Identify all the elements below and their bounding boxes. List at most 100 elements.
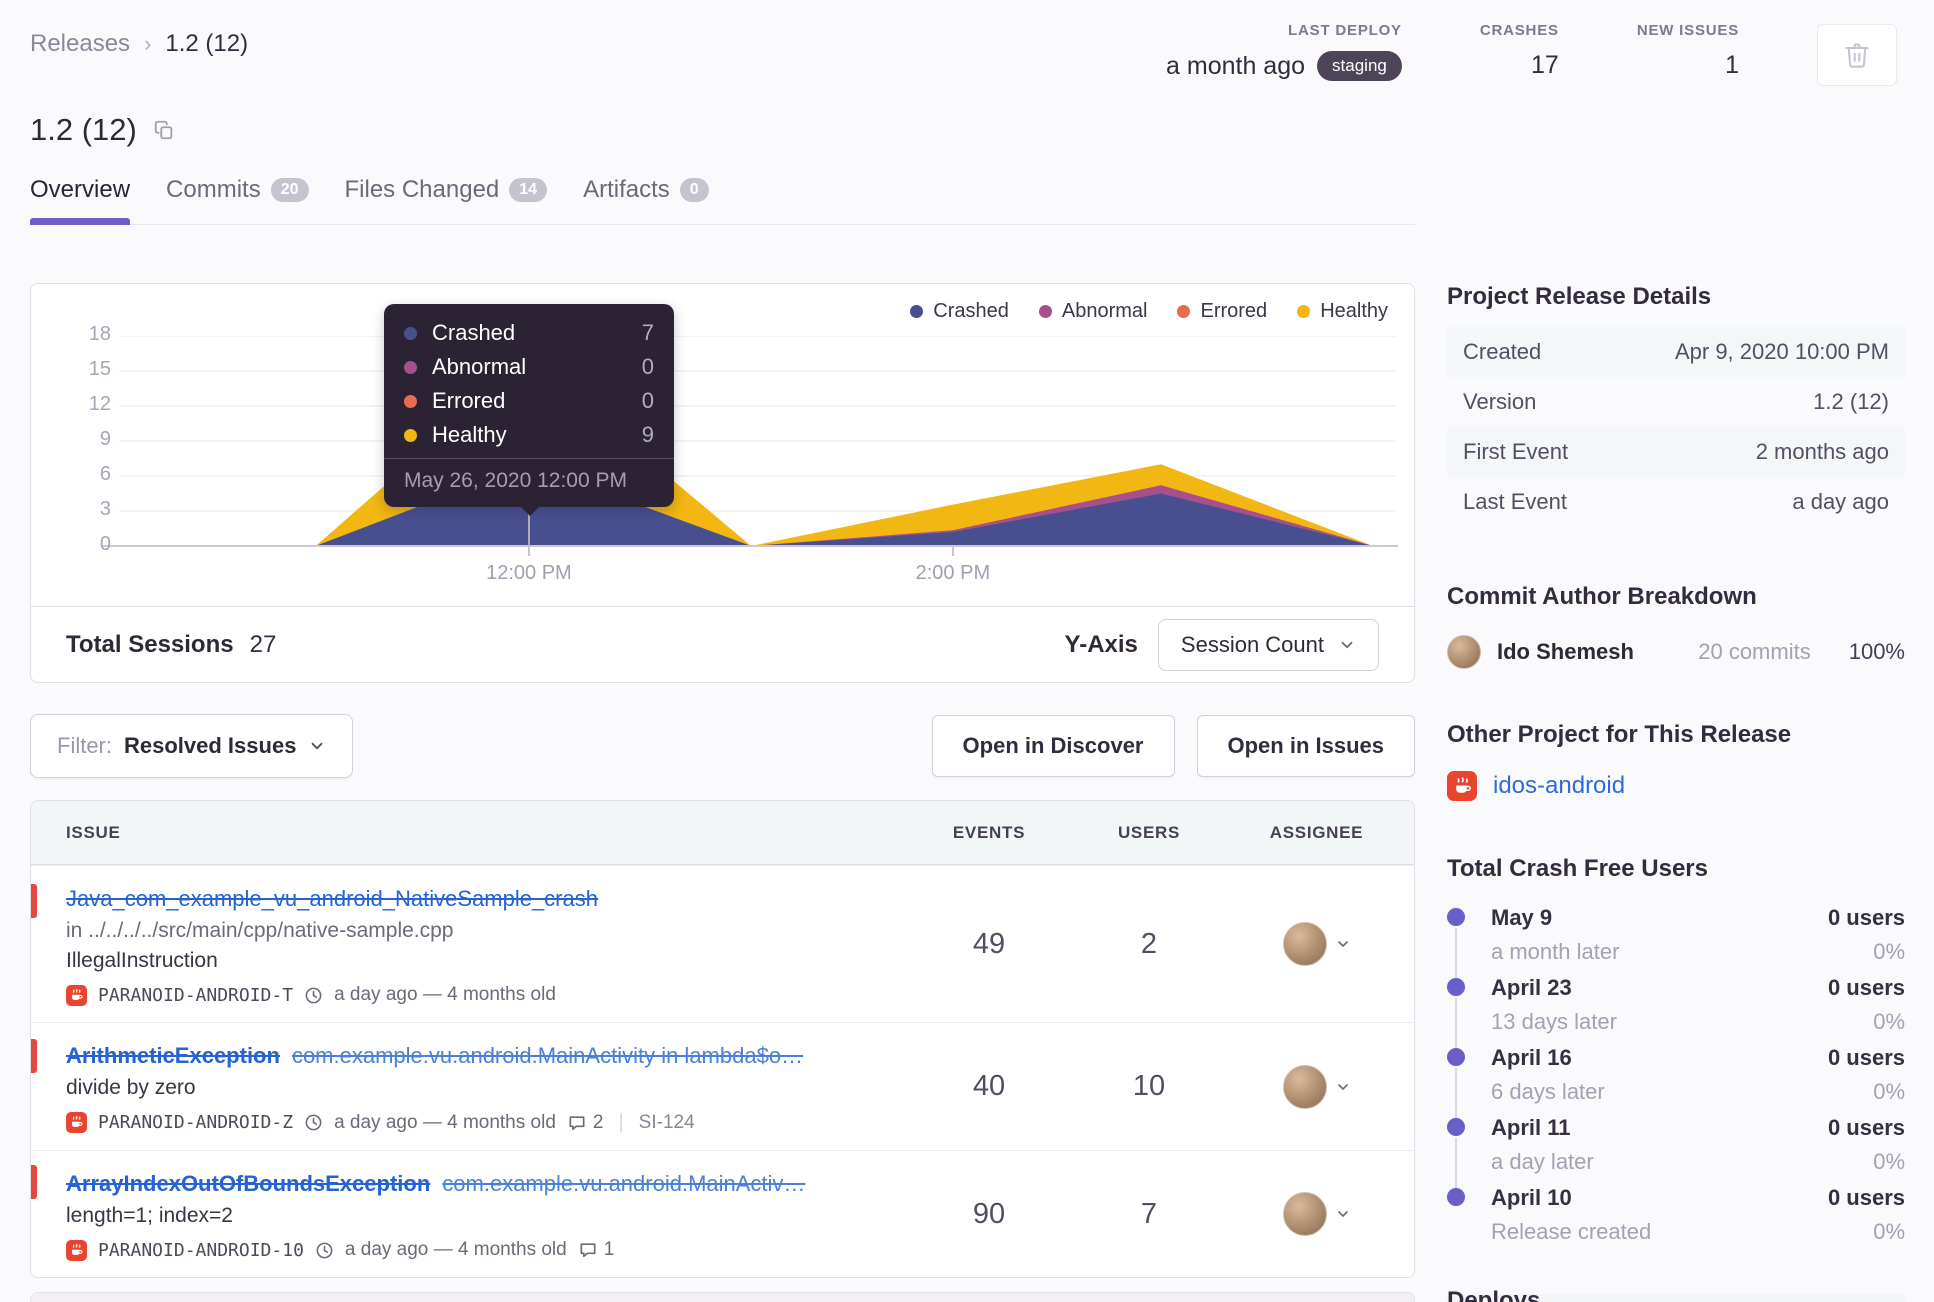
detail-label: Version <box>1463 389 1537 414</box>
issue-title-link[interactable]: ArithmeticException <box>66 1043 280 1068</box>
detail-label: First Event <box>1463 439 1569 464</box>
timeline-sub: a day later <box>1491 1149 1594 1174</box>
timeline-entry: April 11 a day later 0 users 0% <box>1447 1115 1905 1188</box>
x-axis-line <box>101 545 1398 547</box>
timeline-entry: April 16 6 days later 0 users 0% <box>1447 1045 1905 1118</box>
issue-message: length=1; index=2 <box>66 1204 233 1227</box>
open-in-issues-button[interactable]: Open in Issues <box>1196 715 1415 777</box>
issue-title-link[interactable]: ArrayIndexOutOfBoundsException <box>66 1171 430 1196</box>
legend-item-abnormal[interactable]: Abnormal <box>1038 300 1147 323</box>
timeline-entry: April 10 Release created 0 users 0% <box>1447 1185 1905 1247</box>
timeline-dot-icon <box>1447 908 1465 926</box>
commit-authors-heading: Commit Author Breakdown <box>1447 583 1757 610</box>
column-header-events: EVENTS <box>952 822 1026 842</box>
assignee-selector[interactable] <box>1234 922 1399 966</box>
project-slug[interactable]: PARANOID-ANDROID-T <box>98 985 293 1006</box>
detail-row-created: Created Apr 9, 2020 10:00 PM <box>1447 327 1905 377</box>
release-overview-page: Releases › 1.2 (12) LAST DEPLOY a month … <box>0 0 1934 1302</box>
chart-legend: Crashed Abnormal Errored Healthy <box>910 300 1388 323</box>
clock-icon <box>304 986 323 1005</box>
issue-users-count: 10 <box>1132 1070 1166 1102</box>
tooltip-healthy-label: Healthy <box>432 422 507 447</box>
issue-users-count: 2 <box>1140 927 1158 960</box>
other-project-link[interactable]: idos-android <box>1493 772 1625 800</box>
java-project-icon <box>66 1112 87 1133</box>
tab-commits[interactable]: Commits 20 <box>166 176 309 224</box>
detail-value: a day ago <box>1792 489 1889 514</box>
stat-crashes: CRASHES 17 <box>1480 22 1559 80</box>
timeline-users: 0 users <box>1827 975 1905 1000</box>
assignee-selector[interactable] <box>1234 1192 1399 1236</box>
issue-events-count: 40 <box>972 1070 1006 1102</box>
assignee-selector[interactable] <box>1234 1064 1399 1109</box>
breadcrumb-chevron-icon: › <box>144 31 152 56</box>
tooltip-row-errored: Errored 0 <box>404 386 654 416</box>
issue-message: divide by zero <box>66 1076 196 1099</box>
detail-label: Last Event <box>1463 489 1567 514</box>
detail-label: Created <box>1463 339 1542 364</box>
open-in-discover-button[interactable]: Open in Discover <box>931 715 1175 777</box>
stacked-area-plot <box>119 336 1396 546</box>
crashed-dot-icon <box>910 305 924 318</box>
timeline-users: 0 users <box>1827 1115 1905 1140</box>
y-axis-label: Y-Axis <box>1064 630 1138 658</box>
detail-row-version: Version 1.2 (12) <box>1447 377 1905 427</box>
crashed-dot-icon <box>404 326 417 340</box>
issue-short-id: SI-124 <box>638 1111 695 1133</box>
artifacts-count-badge: 0 <box>679 178 709 202</box>
project-slug[interactable]: PARANOID-ANDROID-Z <box>98 1112 293 1133</box>
header-stats: LAST DEPLOY a month ago staging CRASHES … <box>1166 22 1897 86</box>
tooltip-errored-value: 0 <box>641 388 654 413</box>
issues-table-header: ISSUE EVENTS USERS ASSIGNEE <box>31 801 1414 865</box>
issue-culprit-link[interactable]: com.example.vu.android.MainActivity in l… <box>292 1043 803 1068</box>
comments-count: 1 <box>603 1239 615 1260</box>
y-axis-select[interactable]: Session Count <box>1157 618 1379 671</box>
tab-artifacts[interactable]: Artifacts 0 <box>583 176 709 224</box>
legend-item-healthy[interactable]: Healthy <box>1297 300 1388 323</box>
tab-files-changed-label: Files Changed <box>344 176 500 203</box>
healthy-dot-icon <box>404 428 417 442</box>
deploys-heading: Deploys <box>1447 1287 1541 1302</box>
copy-icon[interactable] <box>153 119 175 141</box>
legend-item-errored[interactable]: Errored <box>1177 300 1267 323</box>
sessions-chart-card: Crashed Abnormal Errored Healthy Crashed… <box>30 283 1415 683</box>
healthy-dot-icon <box>1297 305 1311 318</box>
issue-culprit-link[interactable]: com.example.vu.android.MainActiv… <box>442 1171 805 1196</box>
tooltip-errored-label: Errored <box>432 388 506 413</box>
x-axis-tick <box>951 547 954 556</box>
tab-files-changed[interactable]: Files Changed 14 <box>345 176 548 224</box>
legend-item-crashed[interactable]: Crashed <box>910 300 1009 323</box>
release-sidebar: Project Release Details Created Apr 9, 2… <box>1447 283 1905 1302</box>
x-axis-tick <box>527 547 530 556</box>
author-commit-count: 20 commits <box>1698 639 1811 664</box>
timeline-percent: 0% <box>1873 1079 1905 1104</box>
project-slug[interactable]: PARANOID-ANDROID-10 <box>98 1240 304 1261</box>
breadcrumb-releases-link[interactable]: Releases <box>30 30 130 58</box>
chevron-down-icon <box>1335 1206 1351 1222</box>
last-deploy-label: LAST DEPLOY <box>1288 22 1402 39</box>
timeline-users: 0 users <box>1827 1185 1905 1210</box>
issues-filter-dropdown[interactable]: Filter: Resolved Issues <box>30 714 354 778</box>
java-project-icon <box>1447 771 1477 801</box>
delete-release-button[interactable] <box>1817 24 1897 86</box>
timeline-sub: a month later <box>1491 939 1620 964</box>
detail-row-first-event: First Event 2 months ago <box>1447 427 1905 477</box>
timeline-users: 0 users <box>1827 1045 1905 1070</box>
column-header-assignee: ASSIGNEE <box>1269 822 1364 842</box>
detail-value: 1.2 (12) <box>1813 389 1889 414</box>
chart-tooltip: Crashed 7 Abnormal 0 Errored 0 Healthy 9 <box>384 304 674 516</box>
tab-overview[interactable]: Overview <box>30 176 131 225</box>
timeline-percent: 0% <box>1873 939 1905 964</box>
issue-events-count: 90 <box>972 1197 1006 1230</box>
issue-title-link[interactable]: Java_com_example_vu_android_NativeSample… <box>66 886 598 911</box>
detail-value: 2 months ago <box>1755 439 1889 464</box>
timeline-dot-icon <box>1447 978 1465 996</box>
files-changed-count-badge: 14 <box>509 178 548 202</box>
last-deploy-value: a month ago <box>1166 51 1306 80</box>
trash-icon <box>1843 41 1871 69</box>
stat-last-deploy: LAST DEPLOY a month ago staging <box>1166 22 1402 81</box>
resolved-marker <box>31 1165 37 1199</box>
detail-value: Apr 9, 2020 10:00 PM <box>1674 339 1889 364</box>
chevron-down-icon <box>1335 936 1351 952</box>
filter-label: Filter: <box>57 733 112 758</box>
